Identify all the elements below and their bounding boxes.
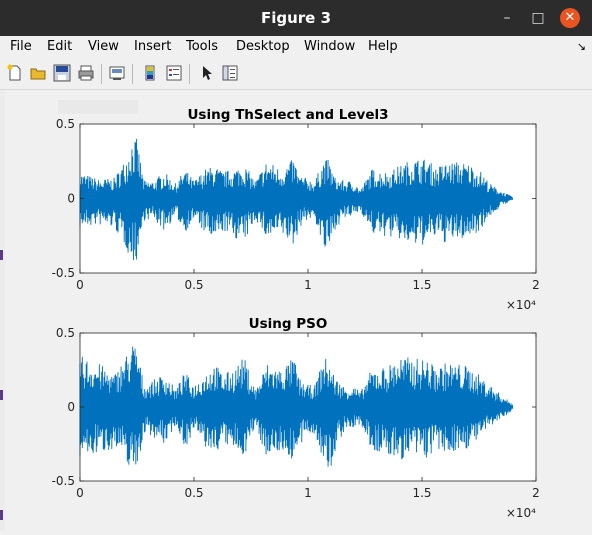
minimize-button[interactable]: – [497,8,517,28]
figure-toolbar [0,58,592,90]
x-tick-label: 2 [532,278,540,292]
menu-tools[interactable]: Tools [186,39,218,54]
x-exponent-label: ×10⁴ [506,298,536,312]
insert-colorbar-icon[interactable] [141,64,159,82]
y-tick-label: 0 [67,192,75,206]
x-tick-label: 1 [304,486,312,500]
close-button[interactable]: ✕ [560,8,580,28]
menu-insert[interactable]: Insert [134,39,171,54]
toolbar-separator [189,64,190,84]
toolbar-separator [132,64,133,84]
x-tick-label: 2 [532,486,540,500]
x-tick-label: 0 [76,486,84,500]
menu-edit[interactable]: Edit [47,39,72,54]
left-edge-strip [0,90,5,531]
y-tick-label: 0.5 [56,117,75,131]
axes-title: Using PSO [249,316,328,332]
menu-window[interactable]: Window [304,39,355,54]
menu-help[interactable]: Help [368,39,398,54]
figure-placeholder-box [58,100,138,114]
menu-desktop[interactable]: Desktop [236,39,290,54]
y-tick-label: -0.5 [52,474,75,488]
print-icon[interactable] [77,64,95,82]
insert-legend-icon[interactable] [165,64,183,82]
x-tick-label: 1.5 [412,486,431,500]
property-inspector-icon[interactable] [221,64,239,82]
x-exponent-label: ×10⁴ [506,506,536,520]
y-tick-label: -0.5 [52,266,75,280]
figure-canvas: 0 0.5 1 1.5 2 0.5 0 -0.5 ×10⁴ Using ThSelect and … [0,90,592,531]
axes-title: Using ThSelect and Level3 [187,107,388,123]
maximize-button[interactable]: □ [528,8,548,28]
link-plot-icon[interactable] [108,64,126,82]
plot-axes-2: 0 0.5 1 1.5 20.50-0.5×10⁴Using PSO [52,316,540,520]
menu-view[interactable]: View [88,39,119,54]
plot-axes-1: 0 0.5 1 1.5 20.50-0.5×10⁴Using ThSelect and … [52,107,540,312]
corner-arrow-icon[interactable]: ↘ [577,40,586,53]
new-figure-icon[interactable] [6,64,24,82]
open-file-icon[interactable] [29,64,47,82]
x-tick-label: 0 [76,278,84,292]
edit-plot-cursor-icon[interactable] [198,64,216,82]
x-tick-label: 0.5 [184,278,203,292]
x-tick-label: 1.5 [412,278,431,292]
y-tick-label: 0.5 [56,326,75,340]
x-tick-label: 0.5 [184,486,203,500]
x-tick-label: 1 [304,278,312,292]
menu-file[interactable]: File [10,39,32,54]
save-icon[interactable] [53,64,71,82]
figure-plots: 0 0.5 1 1.5 20.50-0.5×10⁴Using ThSelect and … [52,100,540,520]
toolbar-separator [101,64,102,84]
y-tick-label: 0 [67,400,75,414]
menu-bar: File Edit View Insert Tools Desktop Wind… [0,36,592,58]
window-titlebar: Figure 3 – □ ✕ [0,0,592,36]
